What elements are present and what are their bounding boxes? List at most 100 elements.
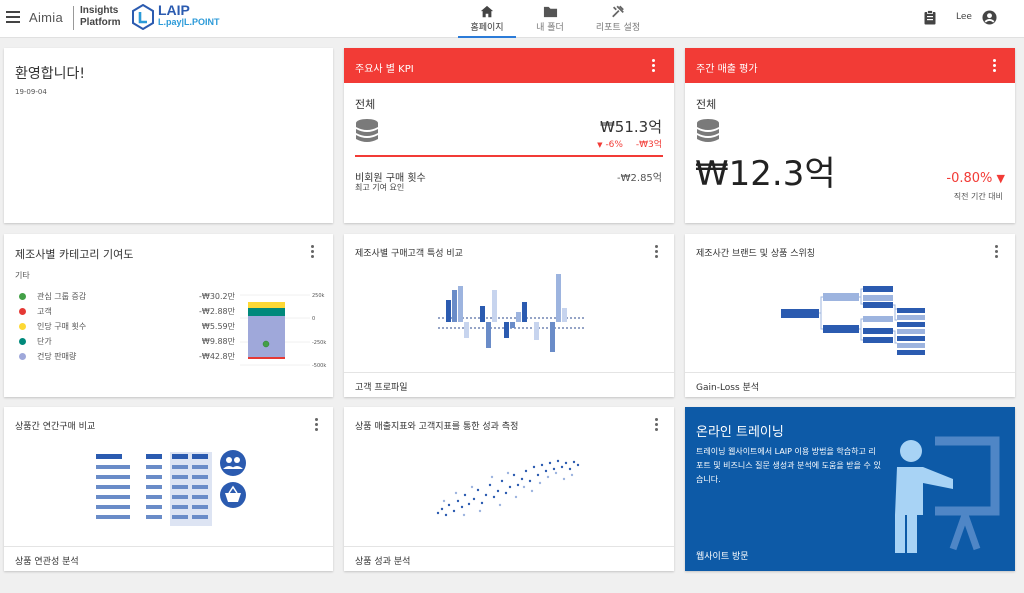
clipboard-icon[interactable] [924, 10, 936, 25]
legend-label: 건당 판매량 [37, 352, 77, 361]
weekly-change: -0.80% ▼ [946, 171, 1005, 186]
customer-footer-link[interactable]: 고객 프로파일 [355, 380, 408, 393]
axis-tick: 250k [312, 293, 325, 299]
tab-report-settings[interactable]: 리포트 설정 [588, 2, 648, 38]
legend-dot [19, 308, 26, 315]
tab-my-folder-label: 내 폴더 [536, 23, 564, 33]
legend-row: 건당 판매량 -₩42.8만 [15, 351, 235, 363]
laip-logo-icon [132, 4, 154, 30]
welcome-date: 19-09-04 [15, 88, 47, 96]
legend-row: 고객 -₩2.88만 [15, 306, 235, 318]
legend-label: 인당 구매 횟수 [37, 322, 87, 331]
tab-home-label: 홈페이지 [470, 23, 504, 33]
brand-insights-platform: Insights Platform [80, 5, 121, 29]
legend-row: 단가 ₩9.88만 [15, 336, 235, 348]
kpi-card-title: 주요사 별 KPI [355, 64, 414, 75]
weekly-change-value: -0.80% [946, 171, 993, 186]
kpi-value: ₩51.3억 [599, 118, 662, 136]
basket-analysis-card[interactable]: 상품간 연간구매 비교 상품 연관성 분석 [4, 407, 333, 571]
training-link[interactable]: 웹사이트 방문 [696, 549, 749, 562]
category-subtitle: 기타 [15, 271, 30, 280]
customer-card-title: 제조사별 구매고객 특성 비교 [355, 249, 463, 259]
laip-subtitle: L.pay|L.POINT [158, 17, 220, 27]
category-more-icon[interactable] [310, 245, 314, 259]
product-performance-card[interactable]: 상품 매출지표와 고객지표를 통한 성과 측정 상품 성과 분석 [344, 407, 674, 571]
brand-switching-card[interactable]: 제조사간 브랜드 및 상품 스위칭 Gain-Loss 분석 [685, 234, 1015, 397]
legend-dot [19, 293, 26, 300]
training-title: 온라인 트레이닝 [696, 425, 784, 440]
performance-more-icon[interactable] [654, 418, 658, 432]
coins-icon [697, 119, 719, 142]
legend-label: 고객 [37, 307, 52, 316]
basket-card-title: 상품간 연간구매 비교 [15, 422, 96, 432]
top-app-bar: Aimia Insights Platform LAIP L.pay|L.POI… [0, 0, 1024, 38]
weekly-compare: 직전 기간 대비 [953, 192, 1003, 201]
category-contribution-card: 제조사별 카테고리 기여도 기타 관심 그룹 증감 -₩30.2만 고객 -₩2.8… [4, 234, 333, 397]
brand-divider [73, 6, 74, 30]
performance-footer-link[interactable]: 상품 성과 분석 [355, 554, 410, 567]
weekly-more-icon[interactable] [992, 59, 996, 73]
weekly-scope: 전체 [696, 98, 717, 111]
coins-icon [356, 119, 378, 142]
folder-icon [543, 6, 557, 18]
kpi-down-arrow-icon: ▼ [597, 141, 603, 149]
legend-label: 단가 [37, 337, 52, 346]
weekly-down-arrow-icon: ▼ [996, 172, 1005, 185]
account-circle-icon[interactable] [982, 10, 997, 25]
welcome-title: 환영합니다! [15, 66, 86, 82]
kpi-more-icon[interactable] [651, 59, 655, 73]
brand-insights-line2: Platform [80, 17, 121, 28]
tab-report-settings-label: 리포트 설정 [595, 23, 641, 33]
category-card-title: 제조사별 카테고리 기여도 [15, 248, 134, 261]
customer-bar-illustration [438, 274, 584, 352]
laip-title: LAIP [158, 2, 190, 18]
basket-card-footer[interactable]: 상품 연관성 분석 [4, 546, 333, 571]
kpi-metric-sub: 최고 기여 요인 [355, 183, 405, 192]
performance-card-title: 상품 매출지표와 고객지표를 통한 성과 측정 [355, 422, 519, 432]
legend-value: -₩42.8만 [199, 352, 235, 361]
switching-more-icon[interactable] [994, 245, 998, 259]
switching-card-footer[interactable]: Gain-Loss 분석 [685, 372, 1015, 397]
report-settings-icon [612, 5, 624, 18]
performance-scatter-illustration [436, 459, 580, 517]
legend-value: -₩2.88만 [199, 307, 235, 316]
welcome-card: 환영합니다! 19-09-04 [4, 48, 333, 223]
teacher-presentation-icon [895, 436, 1000, 553]
weekly-sales-card: 주간 매출 평가 전체 ₩12.3억 -0.80% ▼ 직전 기간 대비 [685, 48, 1015, 223]
axis-tick: -500k [312, 363, 326, 369]
customer-card-footer[interactable]: 고객 프로파일 [344, 372, 674, 397]
user-name: Lee [956, 12, 972, 22]
axis-tick: -250k [312, 340, 326, 346]
kpi-card: 주요사 별 KPI 전체 ₩51.3억 ▼ -6% -₩3억 비회원 구매 횟수… [344, 48, 674, 223]
brand-aimia: Aimia [29, 10, 64, 25]
axis-tick: 0 [312, 316, 315, 322]
kpi-card-header: 주요사 별 KPI [344, 48, 674, 83]
switching-footer-link[interactable]: Gain-Loss 분석 [696, 380, 759, 393]
legend-dot [19, 323, 26, 330]
switching-card-title: 제조사간 브랜드 및 상품 스위칭 [696, 249, 816, 259]
hamburger-menu-icon[interactable] [6, 11, 20, 23]
legend-label: 관심 그룹 증감 [37, 292, 87, 301]
category-waterfall-chart: 250k 0 -250k -500k [240, 293, 326, 369]
customer-more-icon[interactable] [654, 245, 658, 259]
weekly-value: ₩12.3억 [695, 154, 836, 194]
kpi-metric-value: -₩2.85억 [617, 173, 662, 184]
basket-more-icon[interactable] [314, 418, 318, 432]
legend-value: ₩5.59만 [201, 322, 235, 331]
basket-footer-link[interactable]: 상품 연관성 분석 [15, 554, 79, 567]
online-training-card[interactable]: 온라인 트레이닝 트레이닝 웹사이트에서 LAIP 이용 방법을 학습하고 리포… [685, 407, 1015, 571]
home-icon [480, 5, 494, 18]
kpi-change-abs: -₩3억 [635, 140, 662, 150]
tab-my-folder[interactable]: 내 폴더 [530, 2, 570, 38]
kpi-scope: 전체 [355, 98, 376, 111]
brand-insights-line1: Insights [80, 5, 119, 16]
performance-card-footer[interactable]: 상품 성과 분석 [344, 546, 674, 571]
legend-dot [19, 353, 26, 360]
legend-value: -₩30.2만 [199, 292, 235, 301]
kpi-change-pct: -6% [605, 140, 623, 150]
legend-value: ₩9.88만 [201, 337, 235, 346]
customer-profile-card[interactable]: 제조사별 구매고객 특성 비교 고객 프로파일 [344, 234, 674, 397]
legend-dot [19, 338, 26, 345]
tab-home[interactable]: 홈페이지 [458, 2, 516, 38]
weekly-card-title: 주간 매출 평가 [696, 64, 758, 75]
